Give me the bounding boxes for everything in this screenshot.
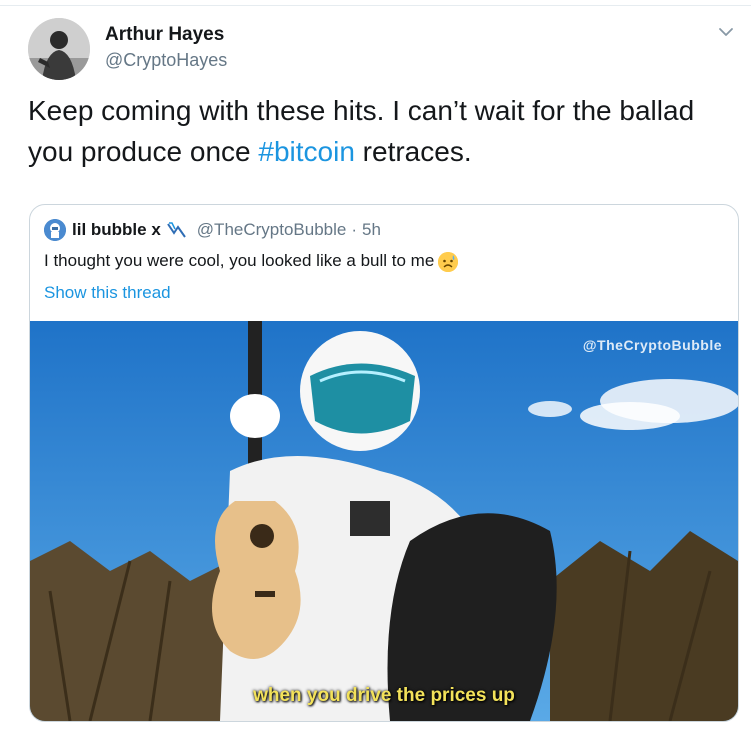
- quoted-author-name[interactable]: lil bubble x: [72, 220, 161, 239]
- quoted-tweet[interactable]: lil bubble x @TheCryptoBubble · 5h I thoug…: [29, 204, 739, 722]
- sad-sweat-emoji: [438, 251, 459, 272]
- quoted-text-body: I thought you were cool, you looked like…: [44, 251, 435, 270]
- tweet-text-after: retraces.: [354, 136, 472, 167]
- quoted-avatar-image: [44, 219, 66, 241]
- avatar-image: [28, 18, 90, 80]
- show-thread-link[interactable]: Show this thread: [44, 283, 171, 303]
- tweet-text: Keep coming with these hits. I can’t wai…: [28, 90, 728, 172]
- quoted-header: lil bubble x @TheCryptoBubble · 5h: [44, 219, 381, 243]
- tweet-card: Arthur Hayes @CryptoHayes Keep coming wi…: [0, 0, 751, 738]
- media-watermark: @TheCryptoBubble: [582, 337, 722, 353]
- quoted-timestamp[interactable]: 5h: [362, 220, 381, 239]
- trend-chart-icon: [166, 222, 186, 238]
- quoted-author-handle[interactable]: @TheCryptoBubble: [197, 220, 347, 239]
- chevron-down-icon[interactable]: [716, 22, 736, 42]
- quoted-avatar[interactable]: [44, 219, 66, 241]
- top-divider: [0, 0, 751, 6]
- quoted-media-image[interactable]: @TheCryptoBubble when you drive the pric…: [30, 321, 738, 721]
- quoted-text: I thought you were cool, you looked like…: [44, 251, 459, 272]
- separator-dot: ·: [351, 220, 358, 239]
- media-caption: when you drive the prices up: [253, 685, 515, 706]
- author-handle[interactable]: @CryptoHayes: [105, 50, 227, 71]
- hashtag-link[interactable]: #bitcoin: [258, 136, 355, 167]
- author-name[interactable]: Arthur Hayes: [105, 24, 224, 46]
- avatar[interactable]: [28, 18, 90, 80]
- astronaut-guitar-image: [30, 321, 738, 721]
